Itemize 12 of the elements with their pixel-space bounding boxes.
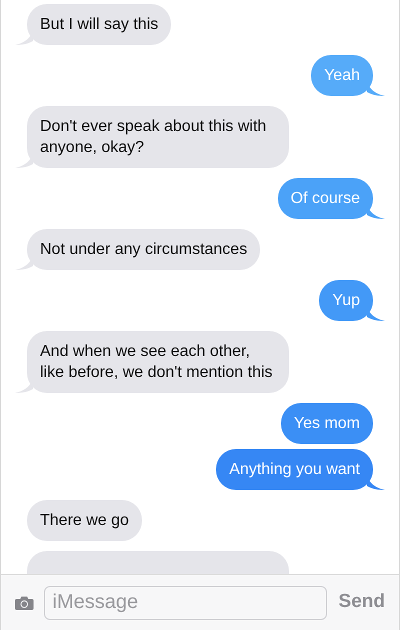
received-message: There we go — [27, 500, 142, 541]
sent-message: Yeah — [311, 55, 373, 96]
received-message: Not under any circumstances — [27, 229, 260, 270]
sent-message: Anything you want — [216, 449, 373, 490]
sent-message: Yes mom — [280, 403, 373, 444]
sent-message: Yup — [319, 280, 373, 321]
send-button[interactable]: Send — [336, 588, 387, 617]
received-message: And when we see each other, like before, we don't mention this — [27, 331, 289, 393]
sent-message: Of course — [278, 178, 373, 219]
received-message: Don't ever speak about this with anyone, okay? — [27, 106, 289, 168]
message-field[interactable]: iMessage — [44, 586, 327, 620]
received-message: But I will say this — [27, 4, 172, 45]
